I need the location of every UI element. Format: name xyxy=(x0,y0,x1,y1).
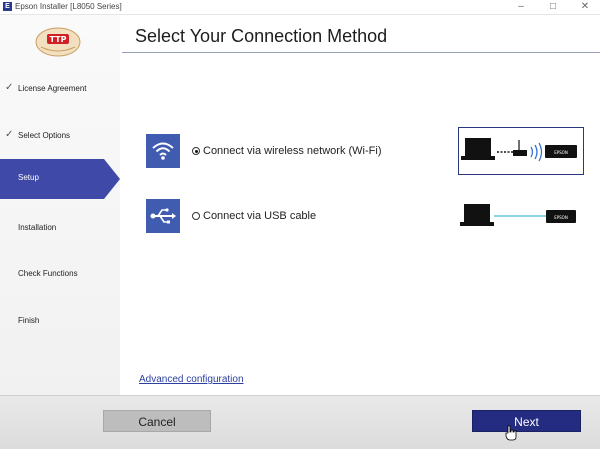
usb-illustration: EPSON xyxy=(458,192,584,240)
step-setup: Setup xyxy=(0,159,120,199)
printer-label: EPSON xyxy=(554,215,568,220)
step-check-functions: Check Functions xyxy=(0,255,120,295)
step-label: Installation xyxy=(18,223,57,232)
minimize-button[interactable]: – xyxy=(508,0,534,14)
sidebar: TTP ✓ License Agreement ✓ Select Options… xyxy=(0,15,120,395)
title-divider xyxy=(122,52,600,53)
close-button[interactable]: ✕ xyxy=(572,0,598,14)
window-title: Epson Installer [L8050 Series] xyxy=(15,2,122,11)
logo: TTP xyxy=(33,25,83,59)
logo-graphic: TTP xyxy=(35,27,81,57)
hand-cursor-icon xyxy=(505,425,517,444)
step-label: Select Options xyxy=(18,131,71,140)
advanced-configuration-link[interactable]: Advanced configuration xyxy=(139,374,244,385)
wifi-icon xyxy=(146,134,180,168)
usb-icon xyxy=(146,199,180,233)
step-finish: Finish xyxy=(0,302,120,342)
printer-label: EPSON xyxy=(554,150,568,155)
step-label: Setup xyxy=(18,173,39,182)
title-bar: E Epson Installer [L8050 Series] – □ ✕ xyxy=(0,0,600,15)
page-title: Select Your Connection Method xyxy=(135,26,388,46)
step-installation: Installation xyxy=(0,209,120,249)
next-button[interactable]: Next xyxy=(472,410,581,432)
logo-text: TTP xyxy=(50,35,67,44)
usb-option-label[interactable]: Connect via USB cable xyxy=(203,210,316,222)
maximize-button[interactable]: □ xyxy=(540,0,566,14)
wifi-option-label[interactable]: Connect via wireless network (Wi-Fi) xyxy=(203,145,381,157)
check-icon: ✓ xyxy=(5,129,14,140)
step-select-options: ✓ Select Options xyxy=(0,117,120,157)
cancel-button[interactable]: Cancel xyxy=(103,410,211,432)
step-label: Check Functions xyxy=(18,269,78,278)
step-label: Finish xyxy=(18,316,40,325)
step-license-agreement: ✓ License Agreement xyxy=(0,70,120,110)
check-icon: ✓ xyxy=(5,82,14,93)
app-icon: E xyxy=(3,2,12,11)
wifi-radio[interactable] xyxy=(192,147,200,155)
wifi-illustration: EPSON xyxy=(458,127,584,175)
step-label: License Agreement xyxy=(18,84,87,93)
usb-radio[interactable] xyxy=(192,212,200,220)
